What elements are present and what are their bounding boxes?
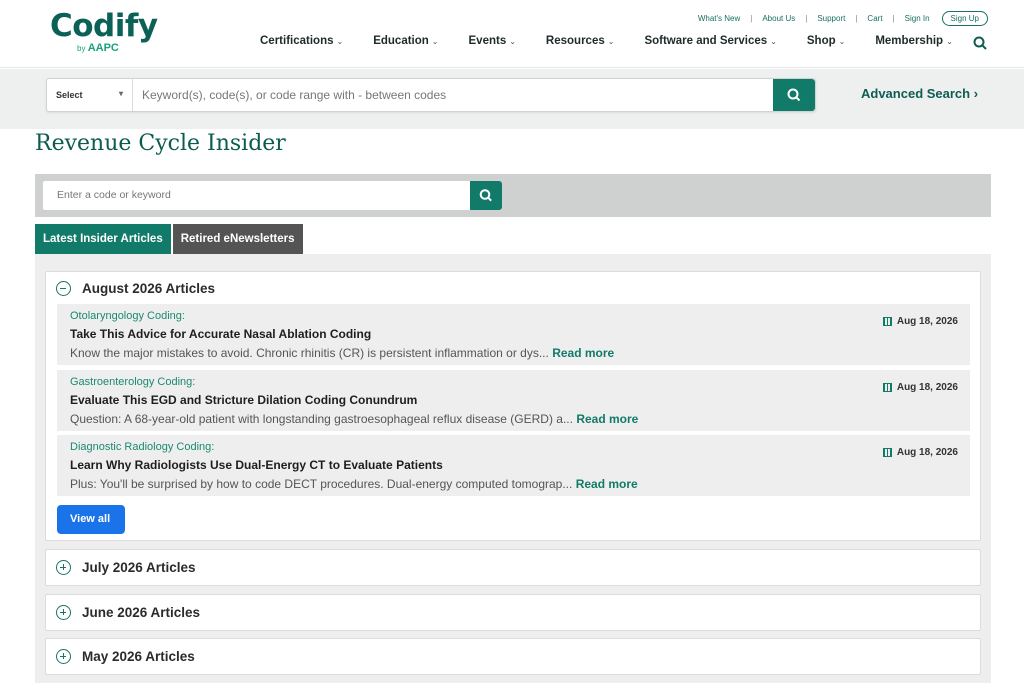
calendar-icon [882,317,892,326]
article-category[interactable]: Gastroenterology Coding: [70,376,195,388]
accordion-header-may[interactable]: May 2026 Articles [56,649,195,664]
code-search-box: Select ▾ Keyword(s), code(s), or code ran… [46,78,816,112]
article-category[interactable]: Diagnostic Radiology Coding: [70,441,214,453]
expand-icon [56,649,71,664]
accordion-july[interactable]: July 2026 Articles [45,549,981,586]
article-date: Aug 18, 2026 [882,316,958,327]
search-icon [787,88,801,102]
list-item[interactable]: Diagnostic Radiology Coding: Learn Why R… [57,435,970,496]
code-search-button[interactable] [773,79,815,111]
calendar-icon [882,448,892,457]
sign-up-button[interactable]: Sign Up [941,11,988,26]
code-search-bar: Select ▾ Keyword(s), code(s), or code ran… [0,69,1024,129]
logo-byline: by AAPC [77,42,119,54]
nav-education[interactable]: Education ⌄ [373,35,438,47]
collapse-icon [56,281,71,296]
nav-membership[interactable]: Membership ⌄ [875,35,952,47]
accordion-header-july[interactable]: July 2026 Articles [56,560,196,575]
nav-resources[interactable]: Resources ⌄ [546,35,615,47]
accordion-header-august[interactable]: August 2026 Articles [56,281,215,296]
chevron-down-icon: ⌄ [509,37,516,46]
article-tabs: Latest Insider Articles Retired eNewslet… [35,224,303,254]
tab-latest-insider-articles[interactable]: Latest Insider Articles [35,224,171,254]
nav-shop[interactable]: Shop ⌄ [807,35,845,47]
accordion-header-june[interactable]: June 2026 Articles [56,605,200,620]
expand-icon [56,605,71,620]
sign-in-link[interactable]: Sign In [905,14,930,23]
list-item[interactable]: Otolaryngology Coding: Take This Advice … [57,304,970,365]
chevron-down-icon: ⌄ [336,37,344,46]
article-title[interactable]: Evaluate This EGD and Stricture Dilation… [70,393,417,407]
nav-software-services[interactable]: Software and Services ⌄ [644,35,776,47]
whats-new-link[interactable]: What's New [698,14,740,23]
accordion-august: August 2026 Articles Otolaryngology Codi… [45,271,981,541]
article-date: Aug 18, 2026 [882,382,958,393]
search-scope-select[interactable]: Select ▾ [47,79,133,111]
main-nav: Certifications ⌄ Education ⌄ Events ⌄ Resou… [260,35,983,47]
articles-panel: August 2026 Articles Otolaryngology Codi… [35,254,991,683]
calendar-icon [882,383,892,392]
view-all-button[interactable]: View all [57,505,125,534]
read-more-link[interactable]: Read more [552,346,614,360]
article-date: Aug 18, 2026 [882,447,958,458]
utility-links: What's New | About Us | Support | Cart |… [698,11,988,26]
article-title[interactable]: Learn Why Radiologists Use Dual-Energy C… [70,458,443,472]
accordion-june[interactable]: June 2026 Articles [45,594,981,631]
site-header: Codify by AAPC What's New | About Us | S… [0,0,1024,68]
article-filter-input[interactable]: Enter a code or keyword [43,181,471,210]
read-more-link[interactable]: Read more [576,477,638,491]
read-more-link[interactable]: Read more [576,412,638,426]
support-link[interactable]: Support [817,14,845,23]
article-excerpt: Plus: You'll be surprised by how to code… [70,477,638,491]
page-title: Revenue Cycle Insider [35,131,286,156]
chevron-down-icon: ⌄ [770,37,777,46]
code-search-input[interactable]: Keyword(s), code(s), or code range with … [142,88,446,102]
chevron-down-icon: ⌄ [838,37,846,46]
logo-wordmark: Codify [50,8,158,44]
article-filter-button[interactable] [470,181,502,210]
caret-down-icon: ▾ [118,89,123,98]
tab-retired-enewsletters[interactable]: Retired eNewsletters [172,224,303,254]
article-excerpt: Know the major mistakes to avoid. Chroni… [70,346,615,360]
cart-link[interactable]: Cart [867,14,882,23]
about-us-link[interactable]: About Us [762,14,795,23]
article-title[interactable]: Take This Advice for Accurate Nasal Abla… [70,327,371,341]
nav-certifications[interactable]: Certifications ⌄ [260,35,343,47]
accordion-may[interactable]: May 2026 Articles [45,638,981,675]
list-item[interactable]: Gastroenterology Coding: Evaluate This E… [57,370,970,431]
expand-icon [56,560,71,575]
article-excerpt: Question: A 68-year-old patient with lon… [70,412,639,426]
search-icon[interactable] [973,36,987,55]
article-filter-bar: Enter a code or keyword [35,174,991,217]
codify-logo[interactable]: Codify by AAPC [50,8,158,54]
nav-events[interactable]: Events ⌄ [469,35,516,47]
search-icon [479,189,492,202]
chevron-down-icon: ⌄ [946,37,953,46]
advanced-search-link[interactable]: Advanced Search › [861,86,978,101]
article-category[interactable]: Otolaryngology Coding: [70,310,185,322]
chevron-down-icon: ⌄ [607,37,615,46]
chevron-down-icon: ⌄ [431,37,439,46]
